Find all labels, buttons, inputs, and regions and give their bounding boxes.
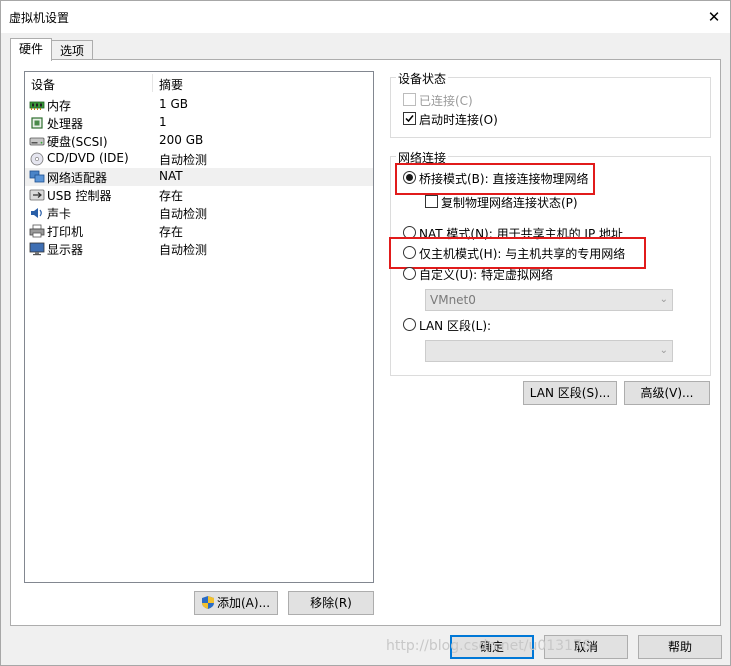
device-name: 显示器 <box>47 243 84 257</box>
memory-icon <box>29 101 45 110</box>
device-row-cd-dvd[interactable]: CD/DVD (IDE) 自动检测 <box>25 150 373 168</box>
cd-dvd-icon <box>30 152 44 166</box>
bridged-highlight-box <box>395 163 595 195</box>
custom-radio[interactable] <box>403 267 416 280</box>
device-summary: 自动检测 <box>159 153 208 167</box>
connected-label: 已连接(C) <box>419 94 473 108</box>
custom-label[interactable]: 自定义(U): 特定虚拟网络 <box>419 266 553 283</box>
watermark-text: http://blog.csdn.net/u013176 <box>386 638 591 654</box>
title-bar: 虚拟机设置 ✕ <box>1 1 730 33</box>
device-row-processor[interactable]: 处理器 1 <box>25 114 373 132</box>
device-row-sound-card[interactable]: 声卡 自动检测 <box>25 204 373 222</box>
advanced-button[interactable]: 高级(V)... <box>624 381 710 405</box>
replicate-state-checkbox[interactable] <box>425 195 438 208</box>
checkmark-icon <box>405 115 414 123</box>
network-adapter-icon <box>29 170 45 183</box>
device-summary: 存在 <box>159 189 184 203</box>
device-name: 网络适配器 <box>47 171 108 185</box>
custom-network-combo[interactable]: VMnet0 ⌄ <box>425 289 673 311</box>
column-separator[interactable] <box>152 74 153 92</box>
device-row-printer[interactable]: 打印机 存在 <box>25 222 373 240</box>
device-summary: 200 GB <box>159 133 204 147</box>
device-name: 打印机 <box>47 225 84 239</box>
device-name: 硬盘(SCSI) <box>47 135 108 149</box>
device-summary: NAT <box>159 169 183 183</box>
add-device-label: 添加(A)... <box>217 596 271 610</box>
tab-options[interactable]: 选项 <box>51 40 93 61</box>
device-summary: 自动检测 <box>159 207 208 221</box>
column-header-summary[interactable]: 摘要 <box>159 76 183 93</box>
device-status-title: 设备状态 <box>396 70 449 87</box>
device-summary: 存在 <box>159 225 184 239</box>
usb-icon <box>29 189 45 201</box>
tab-hardware[interactable]: 硬件 <box>10 38 52 61</box>
display-icon <box>29 242 45 256</box>
virtual-machine-settings-dialog: 虚拟机设置 ✕ 硬件 选项 设备 摘要 内存 1 GB 处理器 1 硬盘(SCS… <box>0 0 731 666</box>
device-row-usb-controller[interactable]: USB 控制器 存在 <box>25 186 373 204</box>
device-row-memory[interactable]: 内存 1 GB <box>25 96 373 114</box>
device-summary: 1 GB <box>159 97 188 111</box>
device-name: 内存 <box>47 99 72 113</box>
connected-checkbox[interactable] <box>403 93 416 106</box>
connect-at-power-on-checkbox[interactable] <box>403 112 416 125</box>
connect-at-power-on-label: 启动时连接(O) <box>419 113 498 127</box>
lan-segment-radio[interactable] <box>403 318 416 331</box>
custom-network-value: VMnet0 <box>430 293 476 307</box>
column-header-device[interactable]: 设备 <box>31 76 55 93</box>
add-device-button[interactable]: 添加(A)... <box>194 591 278 615</box>
device-list[interactable]: 设备 摘要 内存 1 GB 处理器 1 硬盘(SCSI) 200 GB CD/D… <box>24 71 374 583</box>
close-icon: ✕ <box>707 8 721 26</box>
hard-disk-icon <box>29 137 45 146</box>
device-summary: 自动检测 <box>159 243 208 257</box>
printer-icon <box>29 224 45 238</box>
chevron-down-icon: ⌄ <box>659 294 668 305</box>
shield-icon <box>202 596 214 609</box>
replicate-state-label: 复制物理网络连接状态(P) <box>441 196 578 210</box>
lan-segment-combo[interactable]: ⌄ <box>425 340 673 362</box>
device-row-display[interactable]: 显示器 自动检测 <box>25 240 373 258</box>
device-row-hard-disk[interactable]: 硬盘(SCSI) 200 GB <box>25 132 373 150</box>
device-name: USB 控制器 <box>47 189 112 203</box>
chevron-down-icon: ⌄ <box>659 345 668 356</box>
window-title: 虚拟机设置 <box>9 11 70 25</box>
host-only-highlight-box <box>389 237 646 269</box>
device-name: CD/DVD (IDE) <box>47 151 129 165</box>
device-name: 处理器 <box>47 117 84 131</box>
device-row-network-adapter[interactable]: 网络适配器 NAT <box>25 168 373 186</box>
processor-icon <box>31 117 43 129</box>
sound-card-icon <box>31 208 42 218</box>
lan-segment-label[interactable]: LAN 区段(L): <box>419 317 491 334</box>
help-button[interactable]: 帮助 <box>638 635 722 659</box>
close-button[interactable]: ✕ <box>701 5 727 29</box>
device-name: 声卡 <box>47 207 72 221</box>
lan-segments-button[interactable]: LAN 区段(S)... <box>523 381 617 405</box>
device-summary: 1 <box>159 115 167 129</box>
remove-device-button[interactable]: 移除(R) <box>288 591 374 615</box>
